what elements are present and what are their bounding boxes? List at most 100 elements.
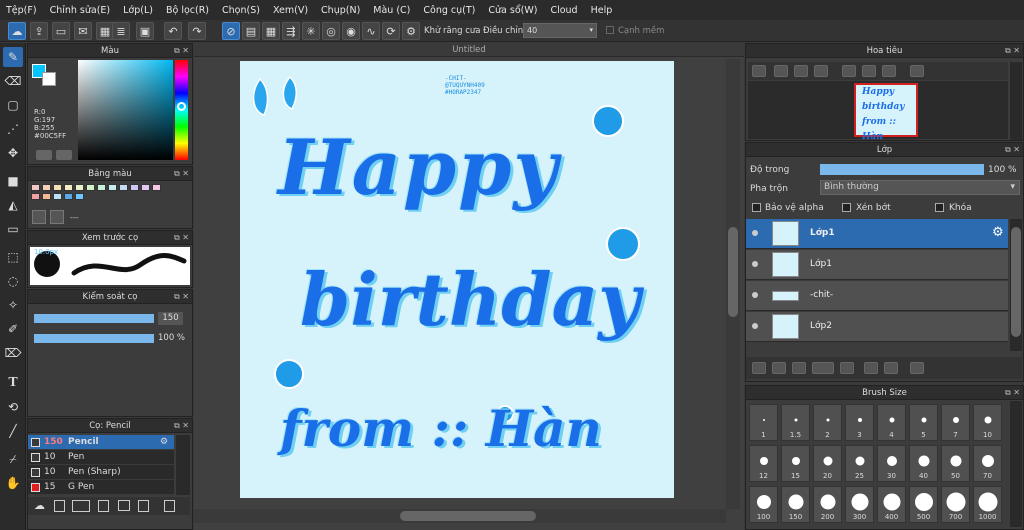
fit-window-icon[interactable]	[862, 65, 876, 77]
eye-icon[interactable]	[752, 292, 758, 298]
menu-help[interactable]: Help	[591, 5, 613, 16]
menu-select[interactable]: Chọn(S)	[222, 5, 260, 16]
brush-item[interactable]: 10 Pen	[28, 450, 174, 465]
layer-row[interactable]: Lớp1	[746, 250, 1008, 280]
image-icon[interactable]: ▣	[136, 22, 154, 40]
hue-handle[interactable]	[177, 102, 186, 111]
hand-tool-icon[interactable]: ✋	[3, 473, 23, 493]
rotate-right-icon[interactable]	[882, 65, 896, 77]
gradient-tool-icon[interactable]: ▭	[3, 219, 23, 239]
lock-checkbox[interactable]	[935, 203, 944, 212]
panel-close-icon[interactable]: ⧉ ✕	[174, 290, 189, 304]
brush-item[interactable]: 15 G Pen	[28, 480, 174, 495]
merge-layer-icon[interactable]	[884, 362, 898, 374]
rectangle-tool-icon[interactable]: ▢	[3, 95, 23, 115]
menu-tools[interactable]: Công cụ(T)	[423, 5, 475, 16]
duplicate-layer-icon[interactable]	[864, 362, 878, 374]
palette-swatch[interactable]	[130, 184, 139, 191]
brush-size-option[interactable]: 12	[749, 445, 778, 482]
cloud-icon[interactable]: ☁	[8, 22, 26, 40]
cloud-brush-icon[interactable]: ☁	[34, 499, 45, 512]
folder-icon[interactable]	[118, 500, 130, 511]
menu-view[interactable]: Xem(V)	[273, 5, 308, 16]
brush-size-option[interactable]: 1	[749, 404, 778, 441]
layer-list-scrollbar[interactable]	[1010, 219, 1022, 351]
brush-size-option[interactable]: 400	[877, 486, 906, 523]
brush-size-option[interactable]: 40	[909, 445, 938, 482]
trash-icon[interactable]	[164, 500, 175, 512]
snap-rotate-icon[interactable]: ⟳	[382, 22, 400, 40]
fill-rect-tool-icon[interactable]: ■	[3, 171, 23, 191]
palette-swatch[interactable]	[97, 184, 106, 191]
share-icon[interactable]: ✉	[74, 22, 92, 40]
blend-mode-dropdown[interactable]: Bình thường ▾	[820, 180, 1020, 195]
brush-size-option[interactable]: 10	[973, 404, 1002, 441]
clipping-checkbox[interactable]	[842, 203, 851, 212]
palette-swatch[interactable]	[152, 184, 161, 191]
flip-icon[interactable]	[910, 65, 924, 77]
panel-close-icon[interactable]: ⧉ ✕	[174, 44, 189, 58]
brush-size-slider[interactable]	[34, 314, 154, 323]
undo-icon[interactable]: ↶	[164, 22, 182, 40]
layer-row[interactable]: -chit-	[746, 281, 1008, 311]
divide-tool-icon[interactable]: ╱	[3, 421, 23, 441]
color-picker-button[interactable]	[56, 150, 72, 160]
palette-swatch[interactable]	[31, 193, 40, 200]
snap-ellipse-icon[interactable]: ◉	[342, 22, 360, 40]
select-tool-icon[interactable]: ⬚	[3, 247, 23, 267]
palette-swatch[interactable]	[42, 193, 51, 200]
snap-off-icon[interactable]: ⊘	[222, 22, 240, 40]
panel-close-icon[interactable]: ⧉ ✕	[1005, 143, 1020, 157]
menu-edit[interactable]: Chỉnh sửa(E)	[50, 5, 111, 16]
menu-file[interactable]: Tệp(F)	[6, 5, 37, 16]
panel-close-icon[interactable]: ⧉ ✕	[1005, 44, 1020, 58]
duplicate-icon[interactable]	[138, 500, 149, 512]
edge-checkbox[interactable]	[606, 26, 614, 34]
brush-size-option[interactable]: 50	[941, 445, 970, 482]
navigator-preview[interactable]: Happy birthday from :: Hàn	[854, 83, 918, 142]
canvas-tab[interactable]: Untitled	[194, 43, 744, 57]
eye-icon[interactable]	[752, 230, 758, 236]
new-brush-icon[interactable]	[54, 500, 65, 512]
panel-close-icon[interactable]: ⧉ ✕	[174, 167, 189, 181]
horizontal-scroll-thumb[interactable]	[400, 511, 536, 521]
palette-swatch[interactable]	[119, 184, 128, 191]
brush-opacity-slider[interactable]	[34, 334, 154, 343]
palette-swatch[interactable]	[64, 193, 73, 200]
color-sv-square[interactable]	[78, 60, 173, 160]
move-tool-icon[interactable]: ✥	[3, 143, 23, 163]
comment-icon[interactable]: ▭	[52, 22, 70, 40]
vertical-scroll-thumb[interactable]	[728, 227, 738, 317]
palette-swatch[interactable]	[53, 193, 62, 200]
brush-size-option[interactable]: 150	[781, 486, 810, 523]
brush-size-option[interactable]: 1000	[973, 486, 1002, 523]
snap-settings-icon[interactable]: ⚙	[402, 22, 420, 40]
menu-color[interactable]: Màu (C)	[373, 5, 410, 16]
operation-tool-icon[interactable]: ⟲	[3, 397, 23, 417]
brush-size-option[interactable]: 30	[877, 445, 906, 482]
palette-swatch[interactable]	[141, 184, 150, 191]
menu-layer[interactable]: Lớp(L)	[123, 5, 153, 16]
brush-size-option[interactable]: 1.5	[781, 404, 810, 441]
delete-layer-icon[interactable]	[910, 362, 924, 374]
select-eraser-tool-icon[interactable]: ⌦	[3, 343, 23, 363]
new-layer-icon[interactable]	[752, 362, 766, 374]
eyedropper-tool-icon[interactable]: ⌿	[3, 449, 23, 469]
palette-swatch[interactable]	[42, 184, 51, 191]
panel-close-icon[interactable]: ⧉ ✕	[174, 419, 189, 433]
brush-size-option[interactable]: 500	[909, 486, 938, 523]
zoom-100-icon[interactable]	[794, 65, 808, 77]
palette-swatch[interactable]	[108, 184, 117, 191]
palette-swatch[interactable]	[31, 184, 40, 191]
palette-swatch[interactable]	[64, 184, 73, 191]
copy-brush-icon[interactable]	[98, 500, 109, 512]
brush-size-option[interactable]: 4	[877, 404, 906, 441]
brush-item[interactable]: 150 Pencil ⚙	[28, 435, 174, 450]
panel-close-icon[interactable]: ⧉ ✕	[1005, 386, 1020, 400]
brush-size-option[interactable]: 300	[845, 486, 874, 523]
brush-size-option[interactable]: 2	[813, 404, 842, 441]
navigator-scrollbar[interactable]	[1010, 62, 1022, 140]
snap-line-icon[interactable]: ⇶	[282, 22, 300, 40]
rotate-left-icon[interactable]	[842, 65, 856, 77]
brush-size-option[interactable]: 100	[749, 486, 778, 523]
